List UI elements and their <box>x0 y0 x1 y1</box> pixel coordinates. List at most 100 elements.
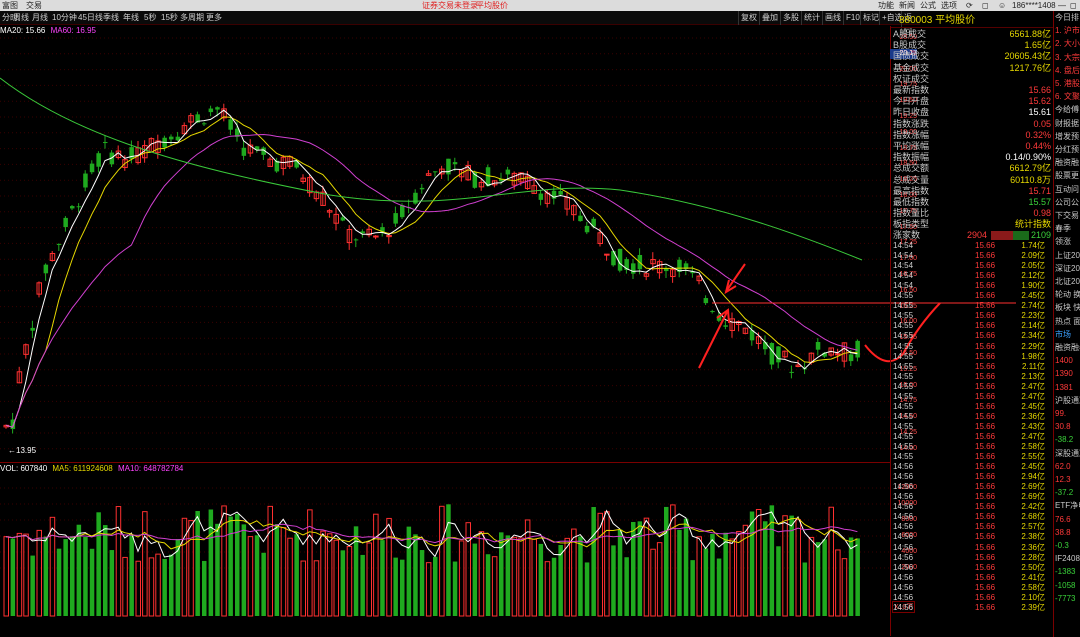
breadth-down: 2109 <box>1030 230 1051 240</box>
tick-row[interactable]: 14:56 15.66 2.58亿 <box>893 583 1053 593</box>
side-item[interactable]: 领涨 <box>1055 237 1080 247</box>
side-item[interactable]: 上证20 <box>1055 251 1080 261</box>
tick-price: 15.66 <box>975 381 996 391</box>
side-item: -37.2 <box>1055 488 1074 498</box>
tick-row[interactable]: 14:56 15.66 2.45亿 <box>893 462 1053 472</box>
side-item: 3. 大宗 <box>1055 52 1080 62</box>
tick-amount: 2.42亿 <box>1021 502 1045 512</box>
side-item[interactable]: 分红预 <box>1055 145 1080 155</box>
tick-price: 15.66 <box>975 592 996 602</box>
side-item[interactable]: 财报据 <box>1055 119 1080 129</box>
volume-bar <box>664 506 669 616</box>
side-item[interactable]: 今日排 <box>1055 13 1080 23</box>
tick-row[interactable]: 14:54 15.66 2.09亿 <box>893 251 1053 261</box>
side-item[interactable]: 深股通净 <box>1055 449 1080 459</box>
tick-row[interactable]: 14:55 15.66 2.55亿 <box>893 452 1053 462</box>
tick-row[interactable]: 14:55 15.66 2.11亿 <box>893 362 1053 372</box>
tick-row[interactable]: 14:56 15.66 2.68亿 <box>893 512 1053 522</box>
volume-bar <box>446 504 451 616</box>
side-item[interactable]: IF2408 <box>1055 554 1080 564</box>
candle-body <box>611 250 616 266</box>
candle-body <box>202 123 207 125</box>
side-item[interactable]: 今给傅 <box>1055 105 1080 115</box>
tick-row[interactable]: 14:56 15.66 2.38亿 <box>893 532 1053 542</box>
candlesticks <box>3 103 860 434</box>
candle-body <box>169 136 174 140</box>
volume-bar <box>235 514 240 616</box>
side-item[interactable]: 轮动 换 <box>1055 290 1080 300</box>
volume-bar <box>49 516 56 617</box>
side-item[interactable]: 沪股通净 <box>1055 396 1080 406</box>
volume-bar <box>511 536 518 617</box>
side-item: 38.8 <box>1055 527 1071 537</box>
tick-row[interactable]: 14:56 15.66 2.36亿 <box>893 543 1053 553</box>
side-item[interactable]: 互动问 <box>1055 185 1080 195</box>
tick-row[interactable]: 14:56 15.66 2.69亿 <box>893 482 1053 492</box>
tick-row[interactable]: 14:55 15.66 2.74亿 <box>893 301 1053 311</box>
side-item: 2. 大小 <box>1055 39 1080 49</box>
stat-value: 1.65亿 <box>1024 40 1051 51</box>
side-item[interactable]: 深证20 <box>1055 264 1080 274</box>
tick-time: 14:56 <box>893 592 914 602</box>
tick-row[interactable]: 14:55 15.66 2.29亿 <box>893 342 1053 352</box>
tick-row[interactable]: 14:56 15.66 2.28亿 <box>893 553 1053 563</box>
tick-row[interactable]: 14:55 15.66 2.13亿 <box>893 372 1053 382</box>
tick-row[interactable]: 14:55 15.66 2.47亿 <box>893 382 1053 392</box>
tick-row[interactable]: 14:56 15.66 2.57亿 <box>893 522 1053 532</box>
side-item[interactable]: 板块 快 <box>1055 303 1080 313</box>
tick-price: 15.66 <box>975 552 996 562</box>
tick-amount: 2.69亿 <box>1021 482 1045 492</box>
tick-row[interactable]: 14:55 15.66 2.14亿 <box>893 321 1053 331</box>
tick-time: 14:55 <box>893 321 914 331</box>
tick-row[interactable]: 14:56 15.66 2.10亿 <box>893 593 1053 603</box>
tick-price: 15.66 <box>975 371 996 381</box>
tick-row[interactable]: 14:55 15.66 2.47亿 <box>893 392 1053 402</box>
volume-bar <box>465 522 471 617</box>
volume-bar <box>538 543 544 616</box>
candle-body <box>89 163 95 173</box>
tick-row[interactable]: 14:56 15.66 2.39亿 <box>893 603 1053 613</box>
tick-row[interactable]: 14:56 15.66 2.41亿 <box>893 573 1053 583</box>
side-item[interactable]: 春季 <box>1055 224 1080 234</box>
side-item[interactable]: ETF净申 <box>1055 501 1080 511</box>
tick-row[interactable]: 14:55 15.66 1.98亿 <box>893 352 1053 362</box>
tick-row[interactable]: 14:55 15.66 2.34亿 <box>893 331 1053 341</box>
volume-bar <box>419 550 425 616</box>
side-item: -1383 <box>1055 567 1076 577</box>
tick-row[interactable]: 14:55 15.66 2.36亿 <box>893 412 1053 422</box>
tick-row[interactable]: 14:55 15.66 2.45亿 <box>893 402 1053 412</box>
side-item[interactable]: 热点 面 <box>1055 317 1080 327</box>
tick-price: 15.66 <box>975 391 996 401</box>
tick-row[interactable]: 14:55 15.66 2.45亿 <box>893 291 1053 301</box>
side-item[interactable]: 市场 <box>1055 330 1080 340</box>
tick-row[interactable]: 14:56 15.66 2.94亿 <box>893 472 1053 482</box>
volume-bar <box>320 530 326 617</box>
volume-bar <box>247 536 254 617</box>
side-item[interactable]: 北证20 <box>1055 277 1080 287</box>
volume-bar <box>729 538 735 617</box>
tick-row[interactable]: 14:55 15.66 2.23亿 <box>893 311 1053 321</box>
side-item[interactable]: 增发预 <box>1055 132 1080 142</box>
side-item[interactable]: 股票更 <box>1055 171 1080 181</box>
volume-bar <box>835 549 841 617</box>
side-item: -38.2 <box>1055 435 1074 445</box>
side-item[interactable]: 公司公 <box>1055 198 1080 208</box>
tick-time: 14:55 <box>893 442 914 451</box>
tick-row[interactable]: 14:55 15.66 2.43亿 <box>893 422 1053 432</box>
tick-row[interactable]: 14:54 15.66 1.74亿 <box>893 241 1053 251</box>
stat-value: 6612.79亿 <box>1009 163 1051 174</box>
tick-row[interactable]: 14:56 15.66 2.42亿 <box>893 502 1053 512</box>
tick-row[interactable]: 14:54 15.66 2.12亿 <box>893 271 1053 281</box>
tick-row[interactable]: 14:56 15.66 2.50亿 <box>893 563 1053 573</box>
side-item: 12.3 <box>1055 475 1071 484</box>
volume-bar <box>228 516 233 616</box>
side-item[interactable]: 下交易 <box>1055 211 1080 221</box>
tick-row[interactable]: 14:55 15.66 2.58亿 <box>893 442 1053 452</box>
tick-row[interactable]: 14:54 15.66 1.90亿 <box>893 281 1053 291</box>
tick-row[interactable]: 14:54 15.66 2.05亿 <box>893 261 1053 271</box>
tick-row[interactable]: 14:55 15.66 2.47亿 <box>893 432 1053 442</box>
tick-row[interactable]: 14:56 15.66 2.69亿 <box>893 492 1053 502</box>
side-item[interactable]: 融资融 <box>1055 158 1080 168</box>
side-item[interactable]: 融资融券 <box>1055 343 1080 353</box>
tick-time: 14:55 <box>893 371 914 381</box>
